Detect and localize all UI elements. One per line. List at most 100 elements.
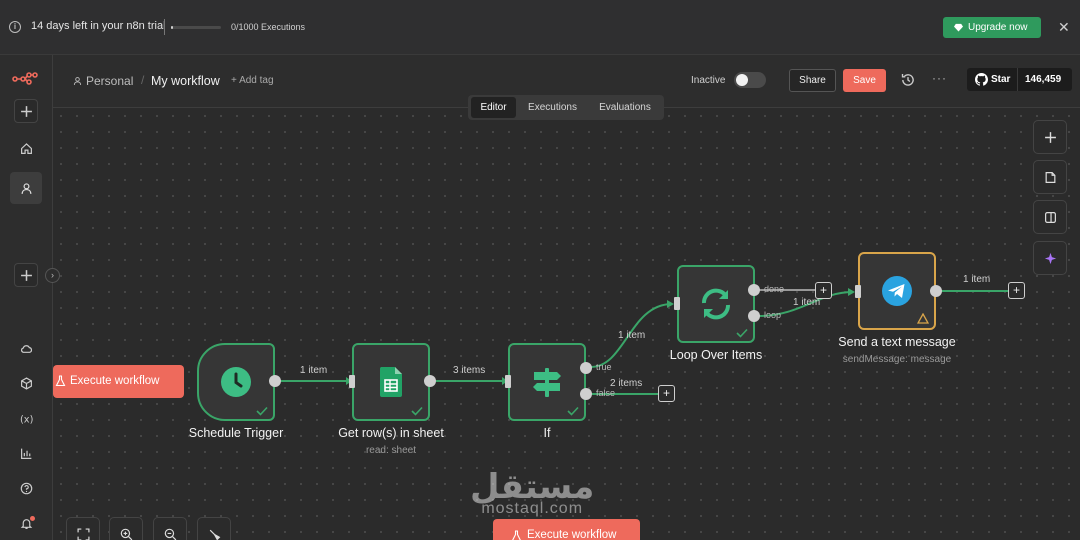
github-star-button[interactable]: Star 146,459 — [967, 68, 1072, 91]
user-icon — [21, 182, 31, 194]
input-handle — [674, 297, 680, 310]
box-icon — [20, 376, 32, 390]
ai-assistant-button[interactable] — [1033, 241, 1067, 275]
telegram-icon — [882, 276, 912, 306]
github-star-label: Star — [991, 74, 1011, 85]
node-telegram[interactable] — [858, 252, 936, 330]
node-google-sheets[interactable] — [352, 343, 430, 421]
cloud-button[interactable] — [14, 336, 38, 360]
home-button[interactable] — [14, 136, 38, 160]
tidy-up-button[interactable] — [197, 517, 231, 540]
status-label: Inactive — [691, 75, 726, 86]
port-label-done: done — [764, 284, 785, 294]
edge-label: 1 item — [963, 274, 991, 285]
notifications-button[interactable] — [14, 511, 38, 535]
add-node-done-button[interactable]: + — [815, 282, 832, 299]
execute-workflow-label: Execute workflow — [527, 529, 617, 540]
create-button[interactable] — [14, 99, 38, 123]
node-label: Loop Over Items — [669, 348, 763, 362]
help-icon — [20, 482, 32, 494]
zoom-out-button[interactable] — [153, 517, 187, 540]
node-subtitle: read: sheet — [365, 445, 417, 456]
templates-button[interactable] — [14, 371, 38, 395]
watermark-logo: مستقل mostaql.com — [470, 468, 594, 518]
zoom-out-icon — [164, 528, 176, 540]
tab-editor[interactable]: Editor — [471, 97, 516, 118]
execute-workflow-bottom-button[interactable]: Execute workflow — [493, 519, 640, 540]
plus-icon — [20, 269, 32, 281]
panel-toggle-button[interactable] — [1033, 200, 1067, 234]
sticky-note-button[interactable] — [1033, 160, 1067, 194]
workflow-title[interactable]: My workflow — [151, 74, 220, 88]
history-icon[interactable] — [900, 72, 916, 88]
execute-workflow-button[interactable]: Execute workflow — [53, 365, 184, 398]
github-icon — [975, 73, 988, 86]
success-check-icon — [256, 406, 268, 416]
success-check-icon — [567, 406, 579, 416]
close-icon[interactable]: ✕ — [1058, 19, 1070, 36]
clock-icon — [221, 367, 251, 397]
upgrade-button[interactable]: Upgrade now — [943, 17, 1041, 38]
port-label-false: false — [596, 388, 616, 398]
github-star-count: 146,459 — [1025, 74, 1062, 85]
add-node-false-button[interactable]: + — [658, 385, 675, 402]
tab-evaluations[interactable]: Evaluations — [589, 97, 661, 118]
output-handle-done[interactable] — [748, 284, 760, 296]
upgrade-label: Upgrade now — [968, 22, 1028, 33]
breadcrumb-separator: / — [141, 73, 145, 87]
help-button[interactable] — [14, 476, 38, 500]
edge-label: 3 items — [453, 365, 486, 376]
output-handle[interactable] — [269, 375, 281, 387]
port-label-loop: loop — [764, 310, 782, 320]
input-handle — [505, 375, 511, 388]
warning-icon — [917, 313, 929, 324]
output-handle-false[interactable] — [580, 388, 592, 400]
executions-progress — [171, 26, 221, 29]
output-handle[interactable] — [930, 285, 942, 297]
output-handle[interactable] — [424, 375, 436, 387]
plus-icon — [1044, 131, 1056, 143]
personal-button[interactable] — [10, 172, 42, 204]
info-icon: i — [9, 21, 21, 33]
node-schedule-trigger[interactable] — [197, 343, 275, 421]
active-toggle[interactable] — [734, 72, 766, 88]
variables-button[interactable]: (x) — [14, 406, 38, 430]
home-icon — [20, 142, 32, 154]
tab-executions[interactable]: Executions — [519, 97, 586, 118]
edge-label: 1 item — [300, 365, 328, 376]
input-handle — [855, 285, 861, 298]
success-check-icon — [736, 328, 748, 338]
chart-icon — [20, 448, 31, 459]
more-options-icon[interactable]: ··· — [932, 71, 947, 85]
node-loop-over-items[interactable] — [677, 265, 755, 343]
left-sidebar: (x) — [0, 55, 53, 540]
save-button[interactable]: Save — [843, 69, 886, 92]
add-tag-button[interactable]: + Add tag — [231, 75, 274, 86]
breadcrumb-project[interactable]: Personal — [73, 74, 133, 88]
insights-button[interactable] — [14, 441, 38, 465]
broom-icon — [209, 529, 220, 540]
flask-icon — [55, 375, 66, 387]
sparkle-icon — [1044, 252, 1056, 264]
share-button[interactable]: Share — [789, 69, 836, 92]
view-tabs: Editor Executions Evaluations — [468, 95, 664, 120]
google-sheets-icon — [379, 367, 402, 397]
input-handle — [349, 375, 355, 388]
cloud-icon — [20, 344, 32, 353]
output-handle-loop[interactable] — [748, 310, 760, 322]
zoom-in-button[interactable] — [109, 517, 143, 540]
fit-view-button[interactable] — [66, 517, 100, 540]
svg-text:(x): (x) — [20, 414, 33, 425]
n8n-logo-icon — [12, 72, 38, 85]
add-node-button[interactable] — [1033, 120, 1067, 154]
add-node-after-telegram-button[interactable]: + — [1008, 282, 1025, 299]
add-project-button[interactable] — [14, 263, 38, 287]
collapse-sidebar-button[interactable]: › — [45, 268, 60, 283]
node-subtitle: sendMessage: message — [842, 354, 952, 365]
execute-workflow-label: Execute workflow — [70, 375, 160, 387]
node-if[interactable] — [508, 343, 586, 421]
plus-icon — [20, 105, 32, 117]
zoom-in-icon — [120, 528, 132, 540]
node-label: Send a text message — [838, 335, 956, 349]
output-handle-true[interactable] — [580, 362, 592, 374]
